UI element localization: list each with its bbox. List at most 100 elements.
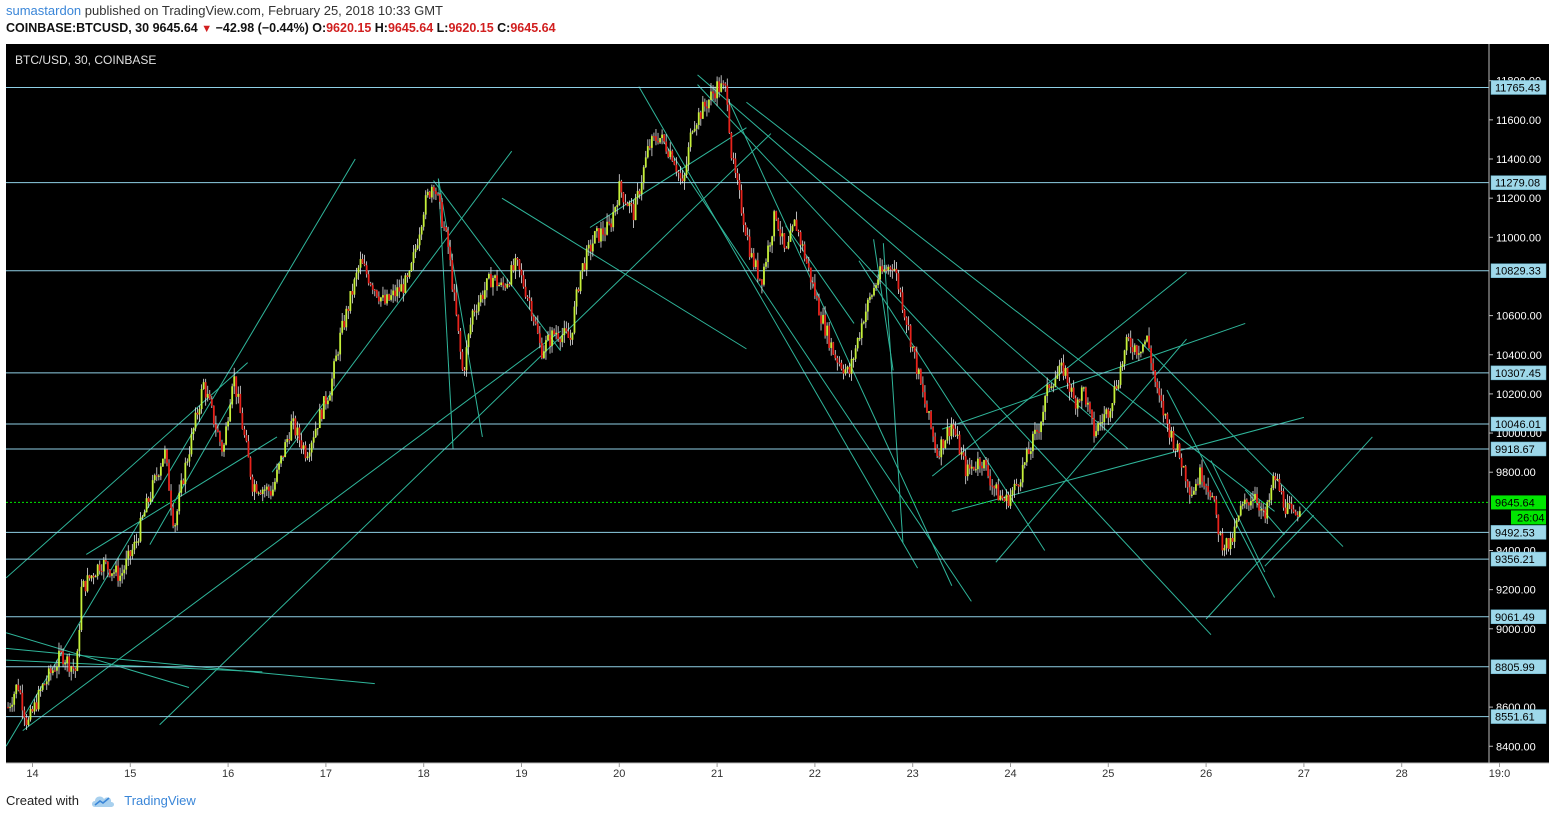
candle-down	[538, 333, 541, 343]
candle-down	[496, 275, 498, 287]
candle-up	[854, 348, 857, 359]
candle-down	[1247, 502, 1250, 506]
level-price-label: 11765.43	[1495, 82, 1540, 94]
candle-up	[940, 439, 943, 458]
price-tick-label: 9200.00	[1496, 585, 1536, 597]
candle-down	[748, 236, 751, 258]
candle-up	[261, 489, 264, 495]
time-tick-label: 21	[711, 768, 723, 780]
candle-down	[294, 418, 297, 436]
candle-up	[1021, 464, 1024, 483]
candle-down	[638, 190, 641, 195]
candle-down	[1203, 481, 1205, 487]
candle-down	[104, 560, 107, 562]
candle-down	[439, 194, 441, 202]
candle-up	[113, 572, 115, 574]
candle-down	[653, 136, 655, 138]
candle-down	[895, 268, 898, 274]
candle-down	[451, 260, 454, 290]
candle-up	[716, 81, 718, 99]
candle-up	[1044, 396, 1047, 412]
candle-up	[644, 157, 647, 168]
candle-down	[522, 275, 525, 287]
candle-up	[296, 427, 299, 436]
candle-down	[62, 651, 64, 665]
candle-up	[1019, 482, 1022, 487]
candle-down	[814, 282, 816, 296]
candle-up	[1054, 378, 1057, 387]
candle-up	[1182, 466, 1185, 468]
candle-down	[626, 203, 629, 207]
publish-info: sumastardon published on TradingView.com…	[6, 3, 443, 18]
candle-up	[184, 462, 187, 485]
candle-down	[1068, 382, 1071, 392]
candle-down	[35, 702, 38, 710]
candle-up	[651, 136, 653, 148]
candle-down	[255, 484, 258, 493]
time-tick-label: 26	[1200, 768, 1212, 780]
candle-down	[602, 228, 604, 235]
candle-down	[1290, 503, 1293, 510]
candle-down	[915, 352, 918, 374]
candle-up	[29, 708, 32, 720]
candle-down	[958, 434, 961, 455]
price-axis[interactable]: 8400.008600.009000.009200.009400.009800.…	[1488, 44, 1549, 781]
candle-down	[1296, 515, 1299, 517]
candle-down	[1154, 371, 1157, 382]
candle-up	[111, 573, 113, 576]
candle-up	[879, 266, 881, 280]
candle-up	[149, 498, 152, 502]
candle-up	[310, 442, 313, 453]
candle-down	[88, 575, 91, 579]
candle-up	[353, 279, 356, 295]
candle-up	[1032, 433, 1034, 452]
candle-down	[384, 295, 386, 304]
candle-up	[1113, 386, 1116, 404]
candle-down	[241, 412, 244, 430]
time-axis[interactable]: 14 15 16 17 18 19 20 21 22 23 24 25 26 27 28 19:0	[6, 762, 1549, 781]
price-chart[interactable]: 8400.008600.009000.009200.009400.009800.…	[6, 44, 1549, 781]
candle-down	[948, 427, 951, 437]
candle-up	[162, 458, 164, 467]
candle-down	[724, 83, 727, 86]
high-label: H:	[374, 21, 388, 35]
candle-up	[174, 525, 177, 527]
candle-up	[1042, 411, 1044, 422]
candle-down	[1178, 443, 1181, 458]
candle-down	[1166, 413, 1169, 424]
candle-down	[722, 83, 725, 85]
candle-up	[119, 575, 122, 581]
tradingview-brand-link[interactable]: TradingView	[124, 793, 196, 808]
candle-up	[689, 132, 692, 148]
candle-down	[758, 278, 761, 280]
candle-up	[422, 214, 425, 227]
candle-down	[147, 498, 150, 502]
candle-up	[883, 269, 886, 272]
candle-down	[972, 466, 975, 470]
candle-down	[840, 362, 843, 369]
author-link[interactable]: sumastardon	[6, 3, 81, 18]
candle-down	[909, 325, 912, 348]
candle-up	[591, 243, 594, 252]
candle-up	[974, 469, 977, 471]
candle-up	[416, 245, 419, 249]
candle-down	[924, 392, 926, 404]
candle-up	[56, 666, 58, 671]
candle-down	[388, 294, 390, 300]
candle-up	[339, 332, 342, 355]
candle-up	[355, 272, 358, 280]
candle-down	[816, 295, 818, 298]
candle-down	[1066, 367, 1069, 383]
footer: Created with TradingView	[6, 793, 196, 808]
candle-down	[557, 332, 560, 339]
candle-down	[282, 455, 285, 458]
candle-up	[661, 134, 663, 138]
candle-down	[1217, 514, 1220, 535]
candle-up	[1225, 538, 1228, 548]
candle-up	[229, 404, 232, 422]
level-price-label: 10046.01	[1495, 419, 1541, 431]
candle-down	[1038, 431, 1040, 433]
candle-down	[1001, 495, 1004, 499]
candle-down	[1093, 418, 1095, 437]
candle-down	[371, 285, 374, 290]
